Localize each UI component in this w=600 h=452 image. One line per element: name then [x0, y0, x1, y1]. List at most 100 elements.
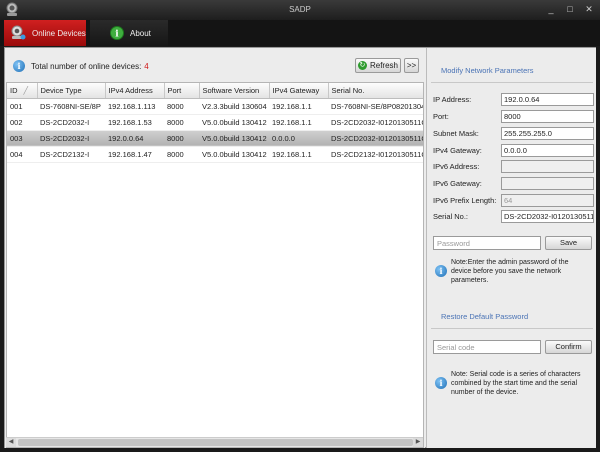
ipv6-prefix-length-label: IPv6 Prefix Length: [433, 196, 497, 205]
expand-button[interactable]: >> [404, 58, 419, 73]
cell-software-version: V5.0.0build 130412 [199, 130, 269, 147]
note-info-icon: i [435, 265, 447, 277]
column-header-serial-no[interactable]: Serial No. [328, 83, 423, 99]
table-row[interactable]: 004 DS-2CD2132-I 192.168.1.47 8000 V5.0.… [7, 146, 423, 163]
table-header-row: ID ╱ Device Type IPv4 Address Port Softwa… [7, 83, 423, 99]
cell-id: 004 [7, 146, 37, 163]
about-info-icon: i [110, 26, 124, 40]
ip-address-input[interactable] [501, 93, 594, 106]
cell-port: 8000 [164, 98, 199, 115]
cell-ipv4-gateway: 192.168.1.1 [269, 114, 328, 131]
cell-serial-no: DS-7608NI-SE/8P0820130427 [328, 98, 423, 115]
cell-device-type: DS-7608NI-SE/8P [37, 98, 105, 115]
restore-default-password-title: Restore Default Password [441, 312, 529, 321]
cell-ipv4-gateway: 0.0.0.0 [269, 130, 328, 147]
cell-port: 8000 [164, 146, 199, 163]
confirm-button[interactable]: Confirm [545, 340, 592, 354]
scrollbar-thumb[interactable] [18, 439, 413, 446]
serial-code-note: Note: Serial code is a series of charact… [451, 371, 581, 396]
maximize-button[interactable]: □ [565, 4, 575, 14]
ipv6-gateway-input [501, 177, 594, 190]
column-header-id[interactable]: ID ╱ [7, 83, 38, 99]
refresh-button[interactable]: ↻ Refresh [355, 58, 401, 73]
cell-ipv4-address: 192.168.1.53 [105, 114, 164, 131]
password-note: Note:Enter the admin password of the dev… [451, 259, 569, 284]
refresh-button-label: Refresh [369, 61, 398, 70]
divider [431, 82, 593, 83]
tab-about[interactable]: i About [90, 20, 168, 46]
cell-ipv4-gateway: 192.168.1.1 [269, 98, 328, 115]
column-header-software-version[interactable]: Software Version [199, 83, 270, 99]
cell-serial-no: DS-2CD2132-I0120130511C [328, 146, 423, 163]
sort-indicator-icon: ╱ [23, 85, 29, 95]
password-input[interactable] [433, 236, 541, 250]
ipv6-address-input [501, 160, 594, 173]
ipv6-address-label: IPv6 Address: [433, 162, 480, 171]
total-devices-label: Total number of online devices: 4 [31, 62, 149, 71]
cell-ipv4-address: 192.0.0.64 [105, 130, 164, 147]
scroll-left-icon[interactable]: ◀ [6, 438, 16, 447]
device-list-toolbar: i Total number of online devices: 4 ↻ Ref… [5, 48, 425, 82]
port-input[interactable] [501, 110, 594, 123]
title-bar: SADP _ □ ✕ [0, 0, 600, 20]
ipv6-gateway-label: IPv6 Gateway: [433, 179, 482, 188]
port-label: Port: [433, 112, 449, 121]
serial-code-input[interactable] [433, 340, 541, 354]
parameters-panel: Modify Network Parameters IP Address: Po… [426, 48, 596, 448]
cell-device-type: DS-2CD2032-I [37, 130, 105, 147]
window-title: SADP [289, 5, 311, 14]
ipv6-prefix-length-input [501, 194, 594, 207]
column-header-device-type[interactable]: Device Type [37, 83, 106, 99]
minimize-button[interactable]: _ [546, 4, 556, 14]
tab-about-label: About [130, 28, 151, 38]
table-row[interactable]: 001 DS-7608NI-SE/8P 192.168.1.113 8000 V… [7, 98, 423, 115]
info-icon: i [13, 60, 25, 72]
column-header-ipv4-gateway[interactable]: IPv4 Gateway [269, 83, 329, 99]
cell-port: 8000 [164, 114, 199, 131]
divider [431, 328, 593, 329]
ipv4-gateway-label: IPv4 Gateway: [433, 146, 482, 155]
cell-id: 003 [7, 130, 37, 147]
scroll-right-icon[interactable]: ▶ [413, 438, 423, 447]
cell-id: 001 [7, 98, 37, 115]
table-row[interactable]: 002 DS-2CD2032-I 192.168.1.53 8000 V5.0.… [7, 114, 423, 131]
save-button[interactable]: Save [545, 236, 592, 250]
serial-no-label: Serial No.: [433, 212, 469, 221]
tab-bar: Online Devices i About [0, 20, 600, 46]
device-table: ID ╱ Device Type IPv4 Address Port Softwa… [6, 82, 424, 448]
cell-id: 002 [7, 114, 37, 131]
restore-note-info-icon: i [435, 377, 447, 389]
online-devices-icon [11, 25, 26, 40]
cell-device-type: DS-2CD2132-I [37, 146, 105, 163]
close-button[interactable]: ✕ [584, 4, 594, 14]
tab-online-devices[interactable]: Online Devices [4, 20, 86, 46]
cell-device-type: DS-2CD2032-I [37, 114, 105, 131]
cell-ipv4-address: 192.168.1.113 [105, 98, 164, 115]
cell-software-version: V2.3.3build 130604 [199, 98, 269, 115]
total-devices-text: Total number of online devices: [31, 62, 142, 71]
tab-online-devices-label: Online Devices [32, 28, 86, 38]
serial-no-input[interactable] [501, 210, 594, 223]
cell-software-version: V5.0.0build 130412 [199, 114, 269, 131]
column-header-id-label: ID [10, 85, 18, 95]
device-list-panel: i Total number of online devices: 4 ↻ Ref… [5, 48, 425, 448]
horizontal-scrollbar[interactable]: ◀ ▶ [6, 437, 423, 447]
table-row-selected[interactable]: 003 DS-2CD2032-I 192.0.0.64 8000 V5.0.0b… [7, 130, 423, 147]
subnet-mask-label: Subnet Mask: [433, 129, 479, 138]
subnet-mask-input[interactable] [501, 127, 594, 140]
cell-port: 8000 [164, 130, 199, 147]
modify-network-title: Modify Network Parameters [441, 66, 534, 75]
column-header-ipv4-address[interactable]: IPv4 Address [105, 83, 165, 99]
column-header-port[interactable]: Port [164, 83, 200, 99]
refresh-icon: ↻ [357, 61, 367, 70]
main-panel: i Total number of online devices: 4 ↻ Ref… [4, 47, 596, 448]
ip-address-label: IP Address: [433, 95, 472, 104]
cell-serial-no: DS-2CD2032-I0120130511C [328, 130, 423, 147]
cell-serial-no: DS-2CD2032-I0120130511C [328, 114, 423, 131]
total-devices-count: 4 [144, 62, 149, 71]
ipv4-gateway-input[interactable] [501, 144, 594, 157]
cell-ipv4-gateway: 192.168.1.1 [269, 146, 328, 163]
cell-software-version: V5.0.0build 130412 [199, 146, 269, 163]
cell-ipv4-address: 192.168.1.47 [105, 146, 164, 163]
svg-text:i: i [115, 30, 119, 40]
